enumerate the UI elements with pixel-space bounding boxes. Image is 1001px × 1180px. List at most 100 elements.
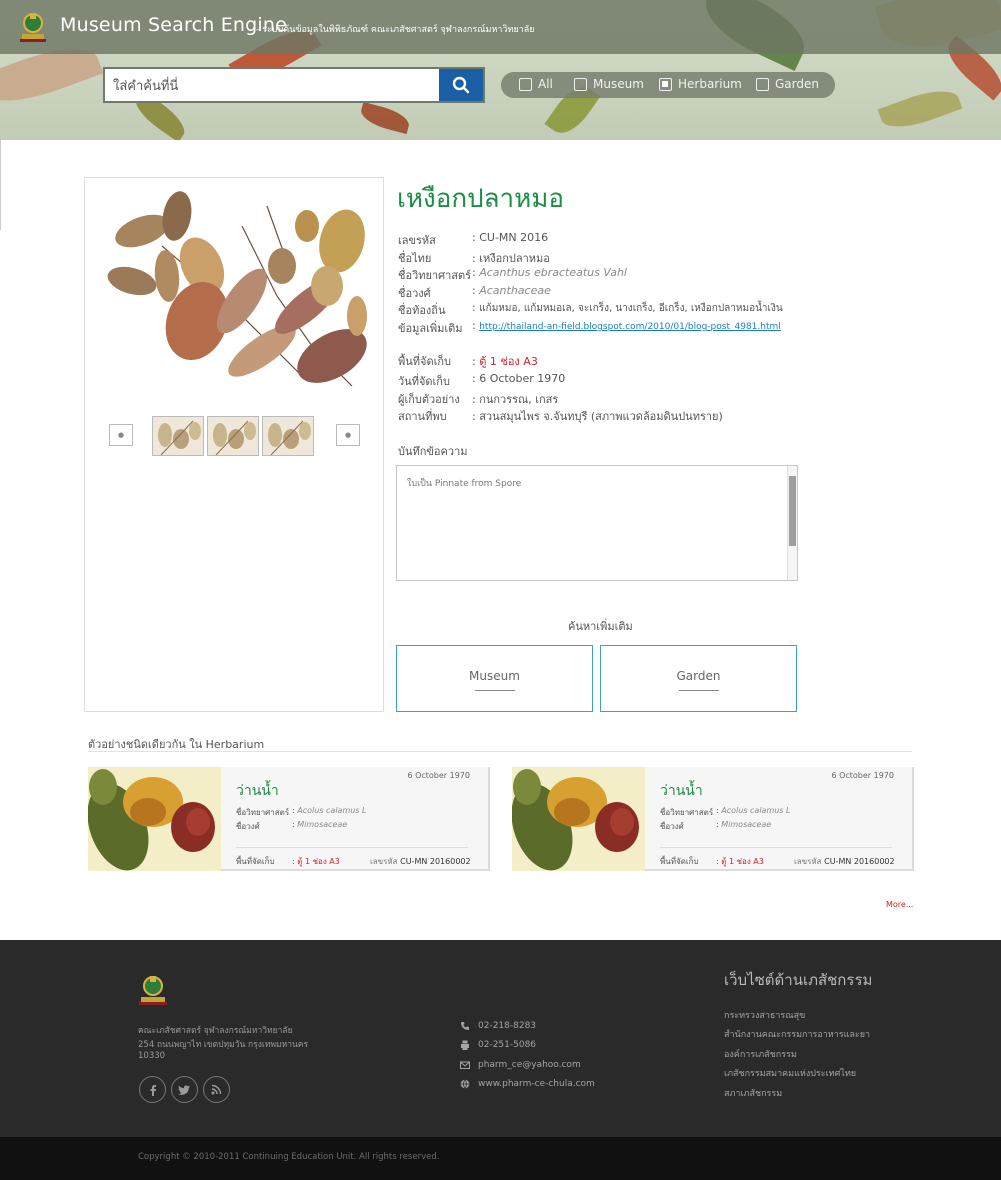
separator: :	[716, 857, 719, 866]
globe-icon	[460, 1079, 470, 1089]
note-textarea[interactable]: ใบเป็น Pinnate from Spore	[396, 465, 798, 581]
gallery-prev-button[interactable]: ●	[109, 424, 133, 446]
similar-card[interactable]: 6 October 1970 ว่านน้ำ ชื่อวิทยาศาสตร์ :…	[88, 767, 490, 871]
family-value: Mimosaceae	[721, 820, 772, 829]
more-info-link[interactable]: http://thailand-an-field.blogspot.com/20…	[479, 322, 781, 332]
contact-text: 02-251-5086	[478, 1040, 537, 1050]
divider	[88, 751, 912, 752]
field-thai-name: ชื่อไทย : เหงือกปลาหมอ	[398, 249, 818, 265]
checkbox-icon[interactable]	[756, 77, 769, 91]
search-input[interactable]	[113, 76, 433, 96]
faculty-logo-icon	[20, 13, 46, 42]
twitter-icon[interactable]	[171, 1076, 198, 1103]
footer-links-title: เว็บไซต์ด้านเภสัชกรรม	[724, 971, 873, 989]
checkbox-icon[interactable]	[519, 77, 532, 91]
storage-value: ตู้ 1 ช่อง A3	[721, 857, 764, 866]
separator: :	[472, 266, 476, 279]
filter-label: Museum	[593, 77, 644, 91]
underline	[475, 690, 515, 691]
phone-icon	[461, 1022, 469, 1030]
similar-card[interactable]: 6 October 1970 ว่านน้ำ ชื่อวิทยาศาสตร์ :…	[512, 767, 914, 871]
footer: คณะเภสัชศาสตร์ จุฬาลงกรณ์มหาวิทยาลัย 254…	[0, 940, 1001, 1137]
field-label: ชื่อท้องถิ่น	[398, 304, 446, 317]
card-name[interactable]: ว่านน้ำ	[236, 780, 279, 802]
header-banner: Museum Search Engine - ระบบค้นข้อมูลในพิ…	[0, 0, 1001, 140]
card-date: 6 October 1970	[831, 771, 894, 780]
field-label: พื้นที่จัดเก็บ	[398, 355, 452, 368]
search-button[interactable]	[439, 69, 483, 101]
field-value: : Acanthus ebracteatus Vahl	[472, 266, 627, 279]
card-label: พื้นที่จัดเก็บ	[660, 857, 699, 866]
card-code: เลขรหัส CU-MN 20160002	[794, 855, 895, 868]
field-label: ชื่อวิทยาศาสตร์	[398, 269, 472, 282]
card-name[interactable]: ว่านน้ำ	[660, 780, 703, 802]
scientific-name-value: Acanthus ebracteatus Vahl	[479, 266, 627, 279]
field-value: : 6 October 1970	[472, 372, 565, 385]
footer-link[interactable]: องค์การเภสัชกรรม	[724, 1047, 797, 1061]
brand-title[interactable]: Museum Search Engine	[60, 14, 287, 36]
card-label: ชื่อวิทยาศาสตร์	[660, 808, 714, 817]
card-label: ชื่อวิทยาศาสตร์	[236, 808, 290, 817]
code-value: CU-MN 2016	[479, 231, 549, 244]
filter-label: Herbarium	[678, 77, 742, 91]
rss-icon[interactable]	[203, 1076, 230, 1103]
category-filter-bar: All Museum Herbarium Garden	[501, 72, 835, 98]
filter-all[interactable]: All	[519, 77, 553, 91]
scientific-value: Acolus calamus L	[297, 806, 367, 815]
card-family-row: ชื่อวงศ์ : Mimosaceae	[236, 820, 486, 831]
field-scientific-name: ชื่อวิทยาศาสตร์ : Acanthus ebracteatus V…	[398, 266, 818, 282]
field-label: เลขรหัส	[398, 234, 436, 247]
checkbox-icon[interactable]	[574, 77, 587, 91]
field-label: ข้อมูลเพิ่มเติม	[398, 322, 463, 335]
scrollbar-thumb[interactable]	[789, 476, 796, 546]
filter-museum[interactable]: Museum	[574, 77, 644, 91]
contact-website[interactable]: www.pharm-ce-chula.com	[460, 1079, 595, 1089]
leaf-decoration	[877, 82, 963, 136]
contact-phone: 02-218-8283	[460, 1021, 536, 1031]
card-label: ชื่อวงศ์	[236, 822, 260, 831]
footer-link[interactable]: สภาเภสัชกรรม	[724, 1086, 782, 1100]
separator: :	[292, 806, 295, 815]
copyright-text: Copyright © 2010-2011 Continuing Educati…	[138, 1152, 440, 1162]
card-value: : ตู้ 1 ช่อง A3	[716, 855, 764, 868]
footer-link[interactable]: กระทรวงสาธารณสุข	[724, 1008, 805, 1022]
field-value: : Acanthaceae	[472, 284, 551, 297]
checkbox-checked-icon[interactable]	[659, 77, 672, 91]
footer-link[interactable]: เภสัชกรรมสมาคมแห่งประเทศไทย	[724, 1066, 856, 1080]
underline	[679, 690, 719, 691]
contact-email[interactable]: pharm_ce@yahoo.com	[460, 1060, 581, 1070]
card-date: 6 October 1970	[407, 771, 470, 780]
gallery-thumbnail[interactable]	[262, 416, 314, 456]
note-label: บันทึกข้อความ	[398, 445, 468, 458]
field-collector: ผู้เก็บตัวอย่าง : กนกวรรณ, เกสร	[398, 390, 818, 406]
mail-icon	[460, 1061, 470, 1069]
filter-garden[interactable]: Garden	[756, 77, 819, 91]
local-names-value: แก้มหมอ, แก้มหมอเล, จะเกร็ง, นางเกร็ง, อ…	[479, 303, 783, 314]
footer-link[interactable]: สำนักงานคณะกรรมการอาหารและยา	[724, 1027, 870, 1041]
filter-herbarium[interactable]: Herbarium	[659, 77, 742, 91]
thumbnail-image	[158, 420, 201, 455]
specimen-gallery: ● ●	[84, 177, 384, 712]
more-search-garden-button[interactable]: Garden	[600, 645, 797, 712]
more-search-museum-button[interactable]: Museum	[396, 645, 593, 712]
location-value: สวนสมุนไพร จ.จันทบุรี (สภาพแวดล้อมดินปนท…	[479, 410, 723, 423]
gallery-thumbnail[interactable]	[207, 416, 259, 456]
field-code: เลขรหัส : CU-MN 2016	[398, 231, 818, 247]
field-value: : เหงือกปลาหมอ	[472, 249, 550, 267]
more-search-label: ค้นหาเพิ่มเติม	[568, 620, 633, 633]
specimen-photo[interactable]	[102, 186, 367, 396]
separator: :	[472, 284, 476, 297]
field-date: วันที่จัดเก็บ : 6 October 1970	[398, 372, 818, 388]
field-location: สถานที่พบ : สวนสมุนไพร จ.จันทบุรี (สภาพแ…	[398, 407, 818, 423]
facebook-icon[interactable]	[139, 1076, 166, 1103]
note-scrollbar[interactable]	[787, 466, 797, 580]
contact-text: pharm_ce@yahoo.com	[478, 1060, 581, 1070]
separator: :	[472, 319, 476, 332]
more-link[interactable]: More...	[886, 900, 913, 909]
specimen-title: เหงือกปลาหมอ	[397, 184, 565, 214]
separator: :	[472, 231, 476, 244]
divider	[236, 847, 468, 848]
gallery-next-button[interactable]: ●	[336, 424, 360, 446]
storage-value: ตู้ 1 ช่อง A3	[479, 355, 538, 368]
gallery-thumbnail[interactable]	[152, 416, 204, 456]
